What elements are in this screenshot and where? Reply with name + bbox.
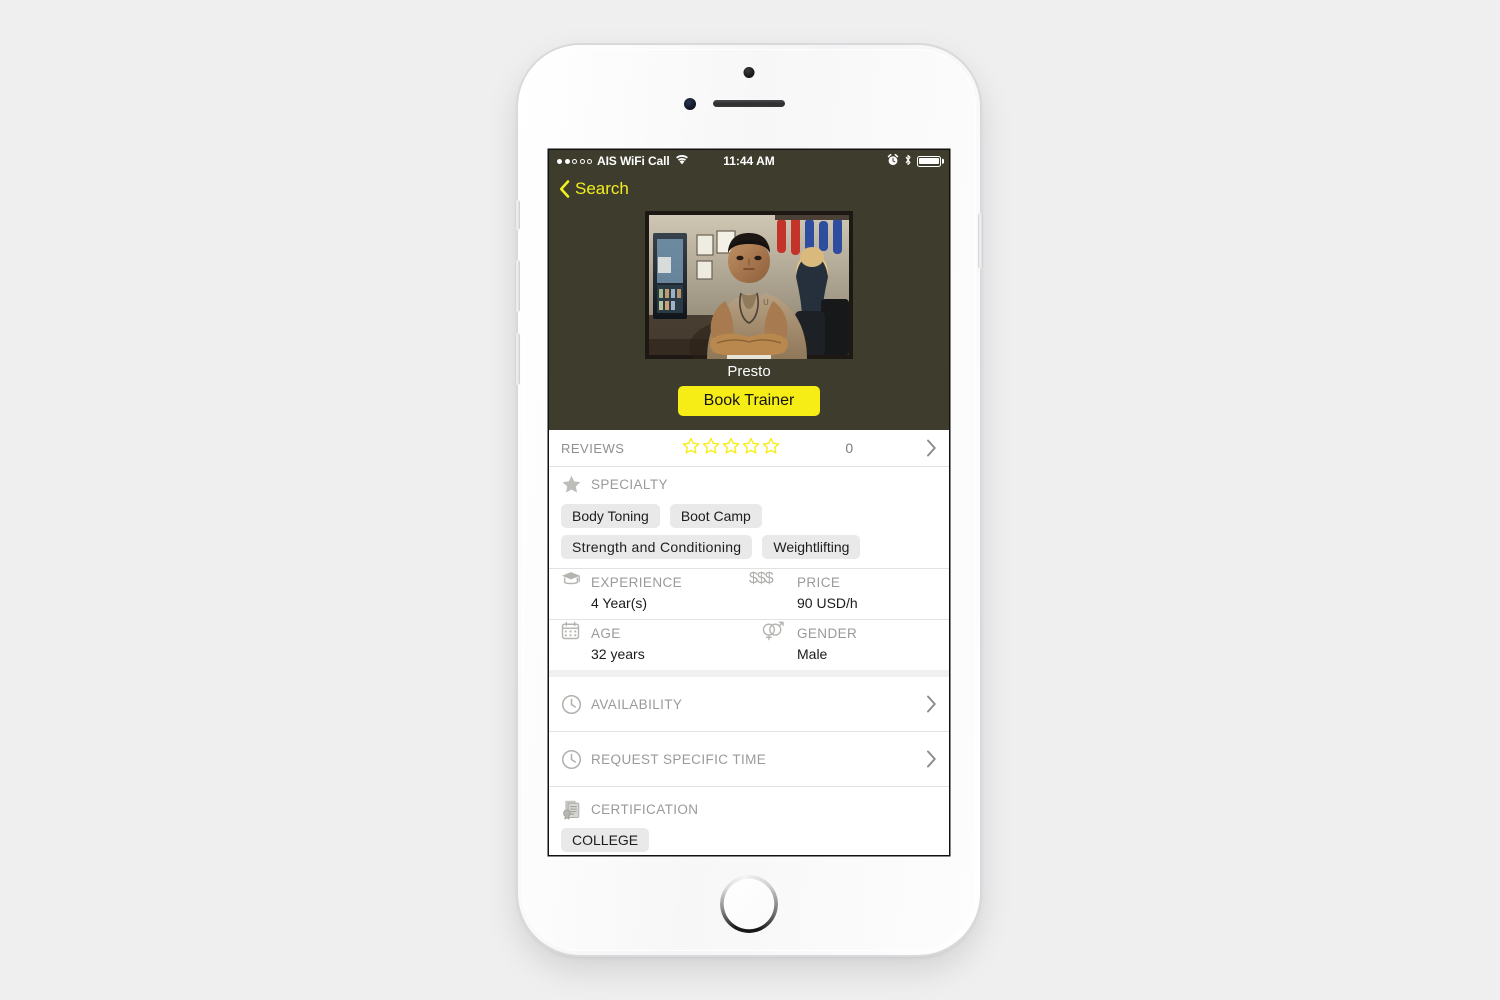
- home-button[interactable]: [720, 875, 778, 933]
- silent-switch[interactable]: [515, 200, 520, 230]
- section-gap: [549, 670, 949, 677]
- proximity-sensor: [684, 98, 696, 110]
- request-specific-time-row[interactable]: REQUEST SPECIFIC TIME: [549, 732, 949, 786]
- bluetooth-icon: [904, 154, 912, 169]
- reviews-row[interactable]: REVIEWS 0: [549, 430, 949, 466]
- certification-tag[interactable]: COLLEGE: [561, 828, 650, 852]
- specialty-tag[interactable]: Body Toning: [561, 504, 660, 528]
- age-gender-row: AGE 32 years GENDER Male: [549, 620, 949, 670]
- price-label: PRICE: [797, 575, 841, 590]
- reviews-count: 0: [845, 440, 854, 456]
- specialty-tags: Body Toning Boot Camp Strength and Condi…: [549, 501, 949, 568]
- certificate-icon: [561, 799, 591, 820]
- profile-header: U Presto Book Trainer: [549, 205, 949, 430]
- chevron-right-icon[interactable]: [926, 439, 937, 457]
- book-trainer-button[interactable]: Book Trainer: [677, 386, 821, 416]
- gender-symbols-icon: [749, 620, 797, 641]
- star-icon[interactable]: [702, 437, 720, 460]
- star-icon[interactable]: [742, 437, 760, 460]
- star-icon[interactable]: [682, 437, 700, 460]
- battery-full-icon: [917, 155, 941, 167]
- phone-screen: AIS WiFi Call 11:44 AM Search U Presto B…: [549, 150, 949, 855]
- rating-stars[interactable]: [682, 437, 780, 460]
- age-label: AGE: [591, 626, 621, 641]
- alarm-clock-icon: [887, 153, 899, 169]
- specialty-label: SPECIALTY: [591, 476, 668, 492]
- certification-header-row: CERTIFICATION: [549, 787, 949, 822]
- age-value: 32 years: [591, 646, 645, 662]
- chevron-right-icon[interactable]: [926, 750, 937, 768]
- certification-tags: COLLEGE: [549, 822, 949, 855]
- reviews-label: REVIEWS: [561, 440, 625, 456]
- carrier-label: AIS WiFi Call: [597, 154, 670, 168]
- star-icon: [561, 474, 591, 495]
- experience-price-row: EXPERIENCE 4 Year(s) $$$ PRICE 90 USD/h: [549, 569, 949, 619]
- back-button[interactable]: Search: [559, 179, 629, 199]
- availability-row[interactable]: AVAILABILITY: [549, 677, 949, 731]
- gender-value: Male: [797, 646, 828, 662]
- age-cell: AGE 32 years: [561, 620, 749, 670]
- gender-label: GENDER: [797, 626, 858, 641]
- trainer-name: Presto: [727, 363, 771, 380]
- specialty-tag[interactable]: Strength and Conditioning: [561, 535, 753, 559]
- earpiece-speaker: [713, 100, 785, 107]
- price-value: 90 USD/h: [797, 595, 858, 611]
- calendar-icon: [561, 620, 591, 640]
- status-bar-time: 11:44 AM: [723, 154, 775, 168]
- specialty-header-row: SPECIALTY: [549, 467, 949, 501]
- navigation-bar: Search: [549, 172, 949, 205]
- graduation-cap-icon: [561, 569, 591, 587]
- clock-icon: [561, 694, 591, 715]
- specialty-tag[interactable]: Boot Camp: [669, 504, 762, 528]
- gender-cell: GENDER Male: [749, 620, 937, 670]
- experience-cell: EXPERIENCE 4 Year(s): [561, 569, 749, 619]
- wifi-icon: [675, 154, 689, 168]
- experience-label: EXPERIENCE: [591, 575, 683, 590]
- star-icon[interactable]: [722, 437, 740, 460]
- signal-strength-icon: [557, 158, 592, 164]
- front-camera: [743, 67, 755, 78]
- dollar-signs-icon: $$$: [749, 570, 774, 587]
- trainer-photo[interactable]: U: [645, 211, 853, 359]
- chevron-left-icon: [559, 179, 570, 198]
- availability-label: AVAILABILITY: [591, 696, 683, 712]
- certification-label: CERTIFICATION: [591, 802, 699, 817]
- phone-device-frame: AIS WiFi Call 11:44 AM Search U Presto B…: [515, 45, 983, 955]
- price-cell: $$$ PRICE 90 USD/h: [749, 569, 937, 619]
- status-bar-right: [775, 153, 941, 169]
- specialty-tag[interactable]: Weightlifting: [762, 535, 861, 559]
- volume-down-button[interactable]: [515, 333, 520, 385]
- chevron-right-icon[interactable]: [926, 695, 937, 713]
- experience-value: 4 Year(s): [591, 595, 648, 611]
- power-button[interactable]: [978, 213, 983, 269]
- status-bar-left: AIS WiFi Call: [557, 154, 723, 168]
- status-bar: AIS WiFi Call 11:44 AM: [549, 150, 949, 172]
- volume-up-button[interactable]: [515, 260, 520, 312]
- back-button-label: Search: [575, 178, 629, 198]
- clock-icon: [561, 749, 591, 770]
- star-icon[interactable]: [762, 437, 780, 460]
- profile-details-list: REVIEWS 0 SPECIALTY Body Toning Boot Cam…: [549, 430, 949, 855]
- request-specific-time-label: REQUEST SPECIFIC TIME: [591, 751, 767, 767]
- svg-text:U: U: [763, 298, 769, 307]
